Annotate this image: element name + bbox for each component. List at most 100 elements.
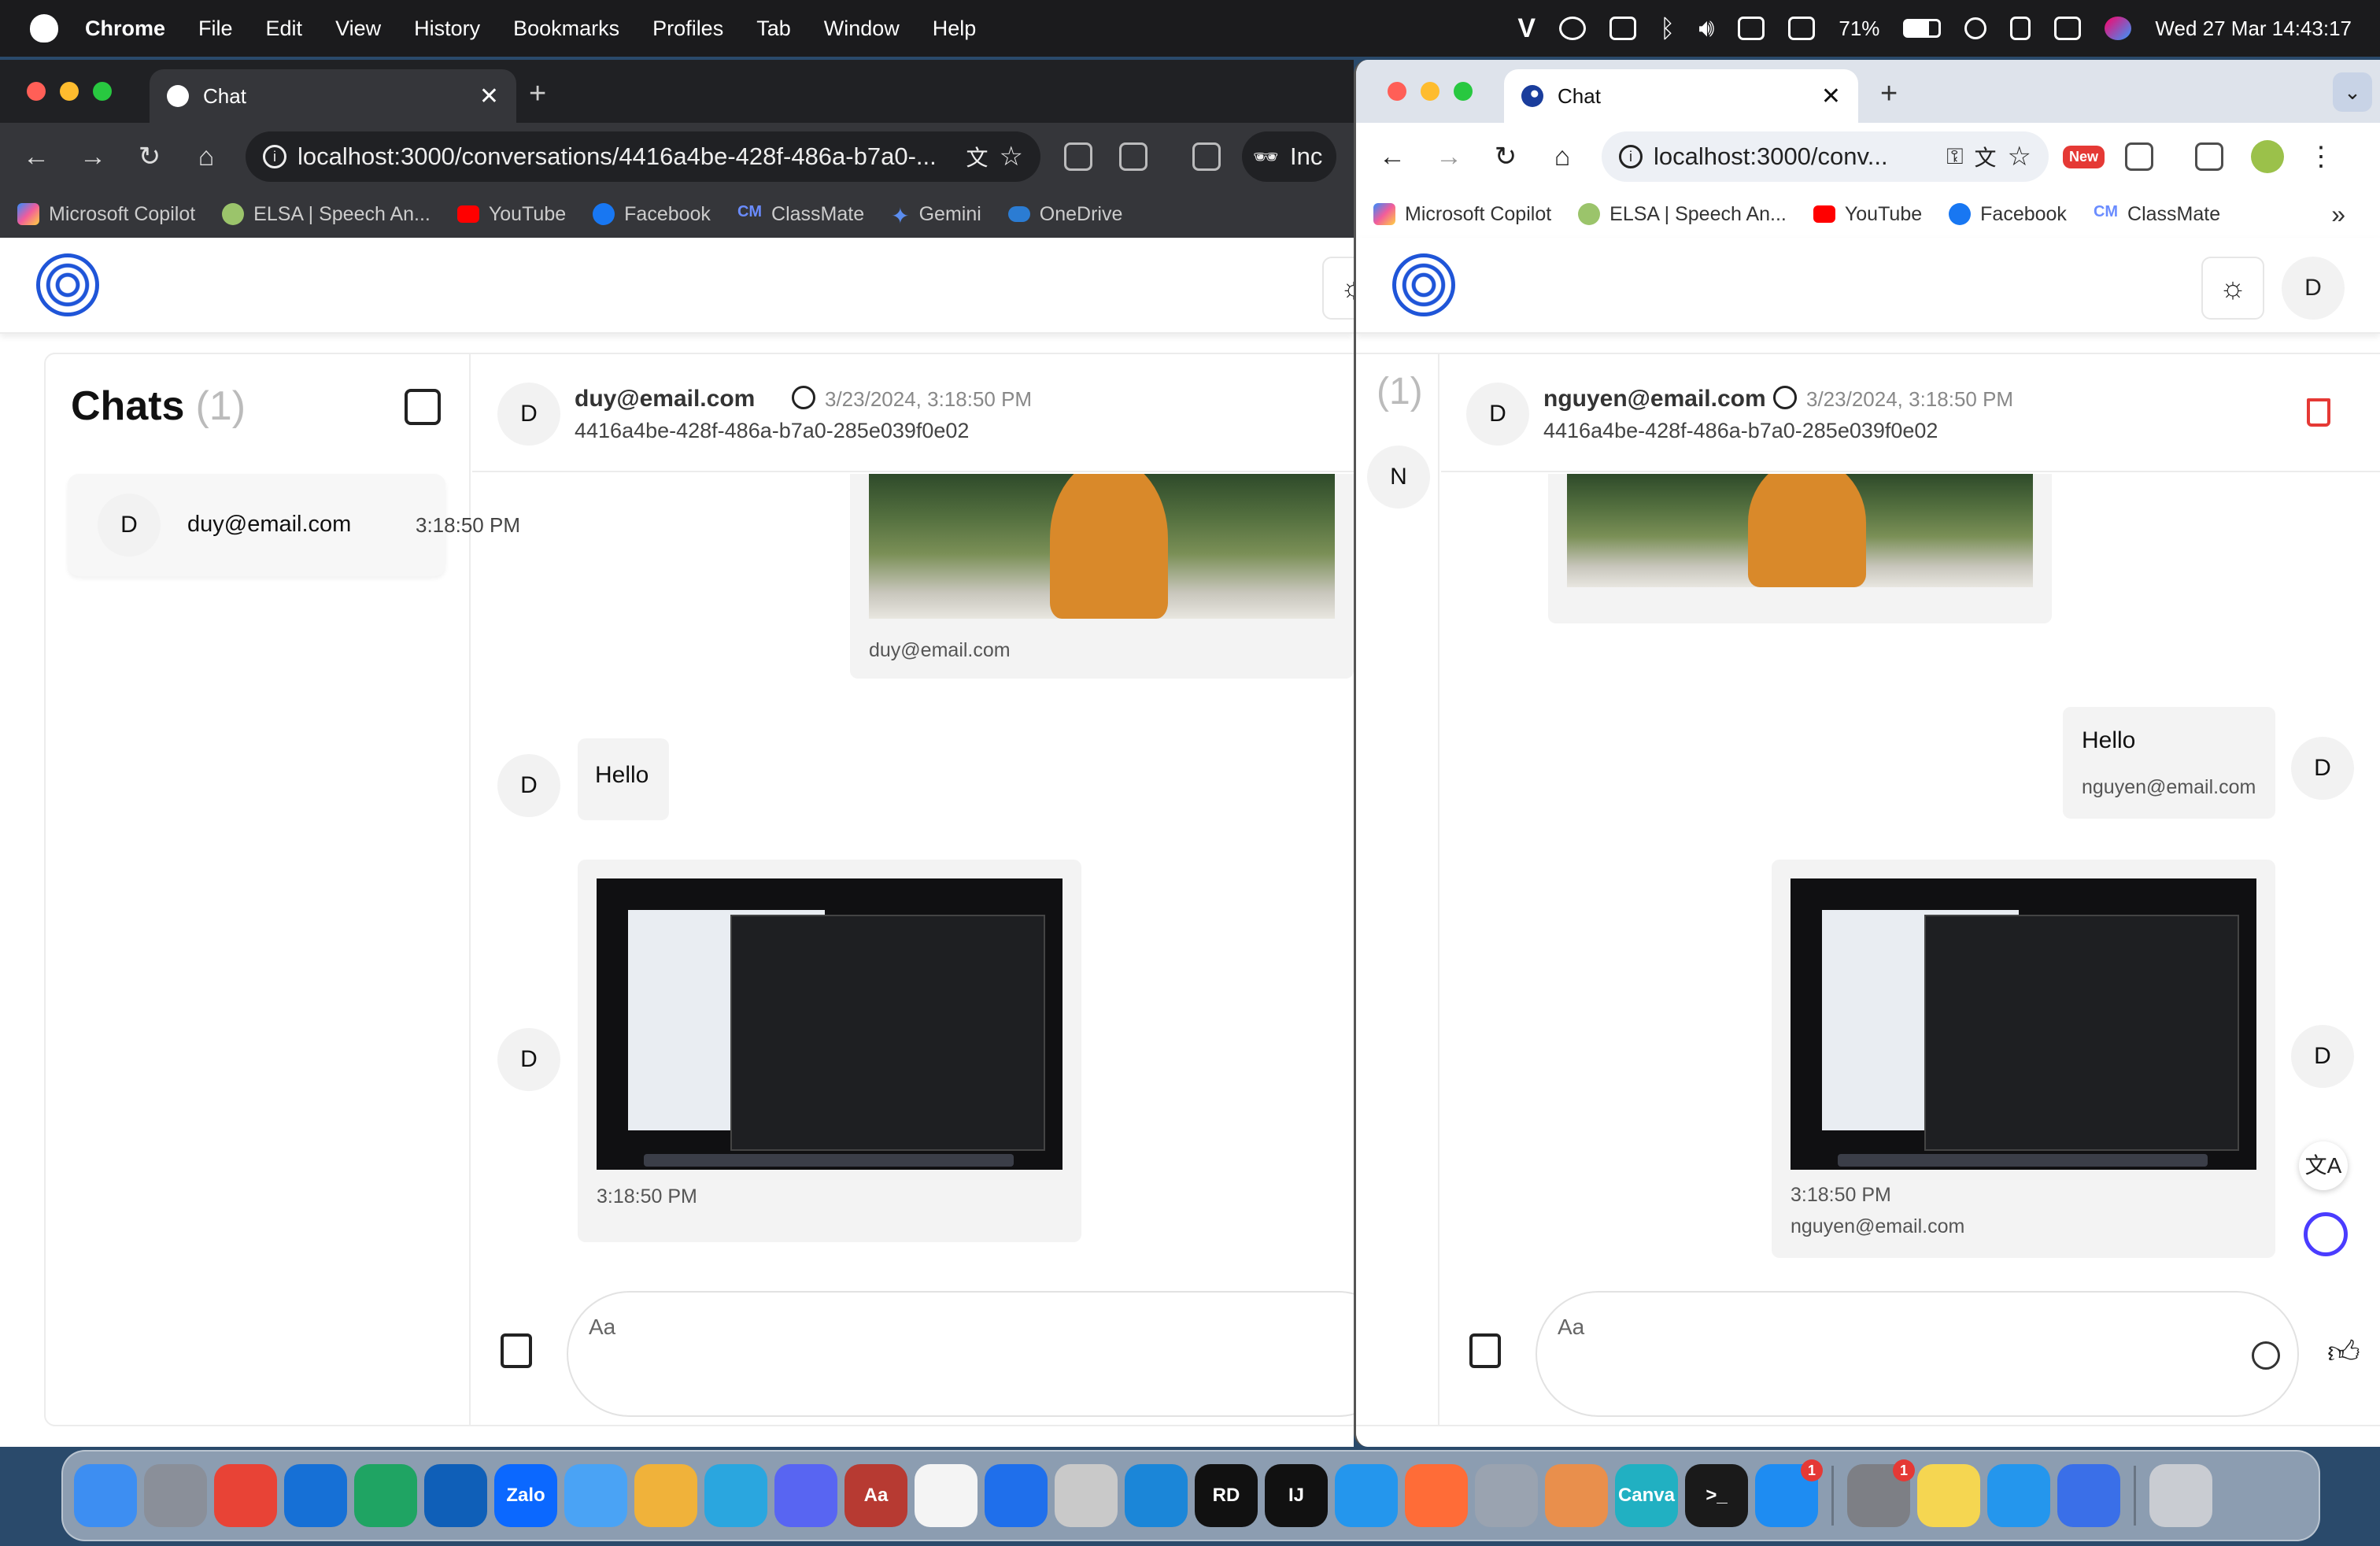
bookmark-onedrive[interactable]: OneDrive <box>1007 203 1122 226</box>
theme-toggle-button[interactable]: ☼ <box>2201 257 2264 320</box>
volume-icon[interactable]: 🔊︎ <box>1698 13 1714 43</box>
message-input[interactable]: Aa <box>1536 1291 2299 1417</box>
docker-icon[interactable] <box>1335 1464 1398 1527</box>
emoji-icon[interactable] <box>2252 1341 2280 1370</box>
chrome-menu-icon[interactable]: ⋮ <box>2308 141 2334 172</box>
menu-edit[interactable]: Edit <box>266 17 303 41</box>
more-bookmarks-icon[interactable]: » <box>2331 200 2345 229</box>
back-icon[interactable]: ← <box>1364 142 1421 172</box>
reload-icon[interactable]: ↻ <box>121 141 178 172</box>
zalo-icon[interactable]: Zalo <box>494 1464 557 1527</box>
tab-search-icon[interactable]: ⌄ <box>2333 72 2372 112</box>
google-drive-icon[interactable] <box>354 1464 417 1527</box>
user-avatar[interactable]: D <box>2282 257 2345 320</box>
dictionary-icon[interactable]: Aa <box>844 1464 907 1527</box>
display-icon[interactable] <box>1738 17 1765 40</box>
bookmark-microsoft-copilot[interactable]: Microsoft Copilot <box>1373 203 1551 226</box>
minimize-window-button[interactable] <box>1421 82 1439 101</box>
new-chat-icon[interactable] <box>405 389 441 425</box>
terminal-icon[interactable]: >_ <box>1685 1464 1748 1527</box>
conversation-list-item[interactable]: D duy@email.com 3:18:50 PM <box>68 474 520 576</box>
docker-desktop-icon[interactable] <box>1987 1464 2050 1527</box>
telegram-icon[interactable] <box>704 1464 767 1527</box>
launchpad-icon[interactable] <box>144 1464 207 1527</box>
cyberduck-icon[interactable] <box>1055 1464 1118 1527</box>
password-key-icon[interactable]: ⚿ <box>1946 144 1963 170</box>
postman-icon[interactable] <box>1405 1464 1468 1527</box>
bookmark-youtube[interactable]: YouTube <box>456 203 566 226</box>
message-screenshot[interactable] <box>597 878 1062 1170</box>
bookmark-classmate[interactable]: CM ClassMate <box>2094 203 2220 226</box>
pencil-app-icon[interactable] <box>2057 1464 2120 1527</box>
intellij-icon[interactable]: IJ <box>1265 1464 1328 1527</box>
attach-image-icon[interactable] <box>1469 1333 1501 1368</box>
menu-history[interactable]: History <box>414 17 480 41</box>
media-play-icon[interactable] <box>1559 17 1586 40</box>
app-logo-icon[interactable] <box>36 253 99 316</box>
assistant-widget-icon[interactable] <box>2304 1212 2348 1256</box>
parallels-icon[interactable] <box>1475 1464 1538 1527</box>
notes-icon[interactable] <box>1917 1464 1980 1527</box>
attach-image-icon[interactable] <box>501 1333 532 1368</box>
bluetooth-icon[interactable]: ᛒ <box>1660 14 1675 43</box>
outlook-icon[interactable] <box>424 1464 487 1527</box>
new-tab-button[interactable]: + <box>529 77 546 111</box>
home-icon[interactable]: ⌂ <box>178 142 235 172</box>
control-center-icon[interactable] <box>2054 17 2082 40</box>
thumbs-up-icon[interactable]: 👍︎ <box>2327 1333 2360 1371</box>
close-tab-icon[interactable]: ✕ <box>1821 83 1841 110</box>
translate-widget-icon[interactable]: 文A <box>2299 1141 2348 1190</box>
menu-view[interactable]: View <box>335 17 381 41</box>
bookmark-star-icon[interactable]: ☆ <box>2008 141 2031 172</box>
site-info-icon[interactable]: i <box>263 145 286 168</box>
translate-icon[interactable]: 文 <box>1975 141 1997 172</box>
forward-icon[interactable]: → <box>1421 142 1477 172</box>
apple-icon[interactable] <box>30 14 58 43</box>
site-info-icon[interactable]: i <box>1619 145 1643 168</box>
vivaldi-status-icon[interactable]: V <box>1517 13 1536 44</box>
new-tab-button[interactable]: + <box>1880 77 1898 111</box>
trash-icon[interactable] <box>2149 1464 2212 1527</box>
close-window-button[interactable] <box>27 82 46 101</box>
menu-app-name[interactable]: Chrome <box>85 17 165 41</box>
siri-icon[interactable] <box>2105 17 2132 40</box>
bookmark-classmate[interactable]: CM ClassMate <box>737 203 864 226</box>
minimize-window-button[interactable] <box>60 82 79 101</box>
system-settings-icon[interactable]: 1 <box>1847 1459 1915 1527</box>
chrome-icon[interactable] <box>214 1464 277 1527</box>
battery-icon[interactable] <box>1903 19 1942 38</box>
menu-profiles[interactable]: Profiles <box>652 17 723 41</box>
canva-icon[interactable]: Canva <box>1615 1464 1678 1527</box>
bookmark-elsa[interactable]: ELSA | Speech An... <box>222 203 431 226</box>
app-logo-icon[interactable] <box>1392 253 1455 316</box>
extensions-icon[interactable] <box>2125 142 2154 171</box>
freeform-icon[interactable] <box>915 1464 978 1527</box>
menu-window[interactable]: Window <box>824 17 900 41</box>
bookmark-facebook[interactable]: Facebook <box>593 203 711 226</box>
side-panel-icon[interactable] <box>1192 142 1221 171</box>
stage-manager-icon[interactable] <box>1788 17 1816 40</box>
vscode-icon[interactable] <box>1125 1464 1188 1527</box>
tab-chat[interactable]: Chat ✕ <box>150 69 516 123</box>
menu-tab[interactable]: Tab <box>756 17 791 41</box>
bookmark-elsa[interactable]: ELSA | Speech An... <box>1578 203 1787 226</box>
close-window-button[interactable] <box>1388 82 1406 101</box>
bookmark-youtube[interactable]: YouTube <box>1813 203 1922 226</box>
spotlight-search-icon[interactable] <box>1964 17 1987 39</box>
message-input[interactable]: Aa <box>567 1291 1354 1417</box>
profile-avatar-icon[interactable] <box>2251 140 2285 173</box>
photos-icon[interactable] <box>634 1464 697 1527</box>
finder-icon[interactable] <box>74 1464 137 1527</box>
new-feature-badge[interactable]: New <box>2063 145 2105 168</box>
message-photo[interactable] <box>869 474 1335 619</box>
translate-icon[interactable]: 文 <box>966 141 989 172</box>
bookmark-gemini[interactable]: ✦ Gemini <box>891 203 981 229</box>
onedrive-icon[interactable] <box>284 1464 347 1527</box>
theme-toggle-button[interactable]: ☼ <box>1322 257 1354 320</box>
address-bar[interactable]: i localhost:3000/conv... ⚿ 文 ☆ <box>1602 131 2049 182</box>
affinity-icon[interactable] <box>1545 1464 1608 1527</box>
conversation-avatar[interactable]: N <box>1367 446 1430 509</box>
message-screenshot[interactable] <box>1791 878 2256 1170</box>
bookmark-facebook[interactable]: Facebook <box>1949 203 2067 226</box>
menu-help[interactable]: Help <box>933 17 977 41</box>
